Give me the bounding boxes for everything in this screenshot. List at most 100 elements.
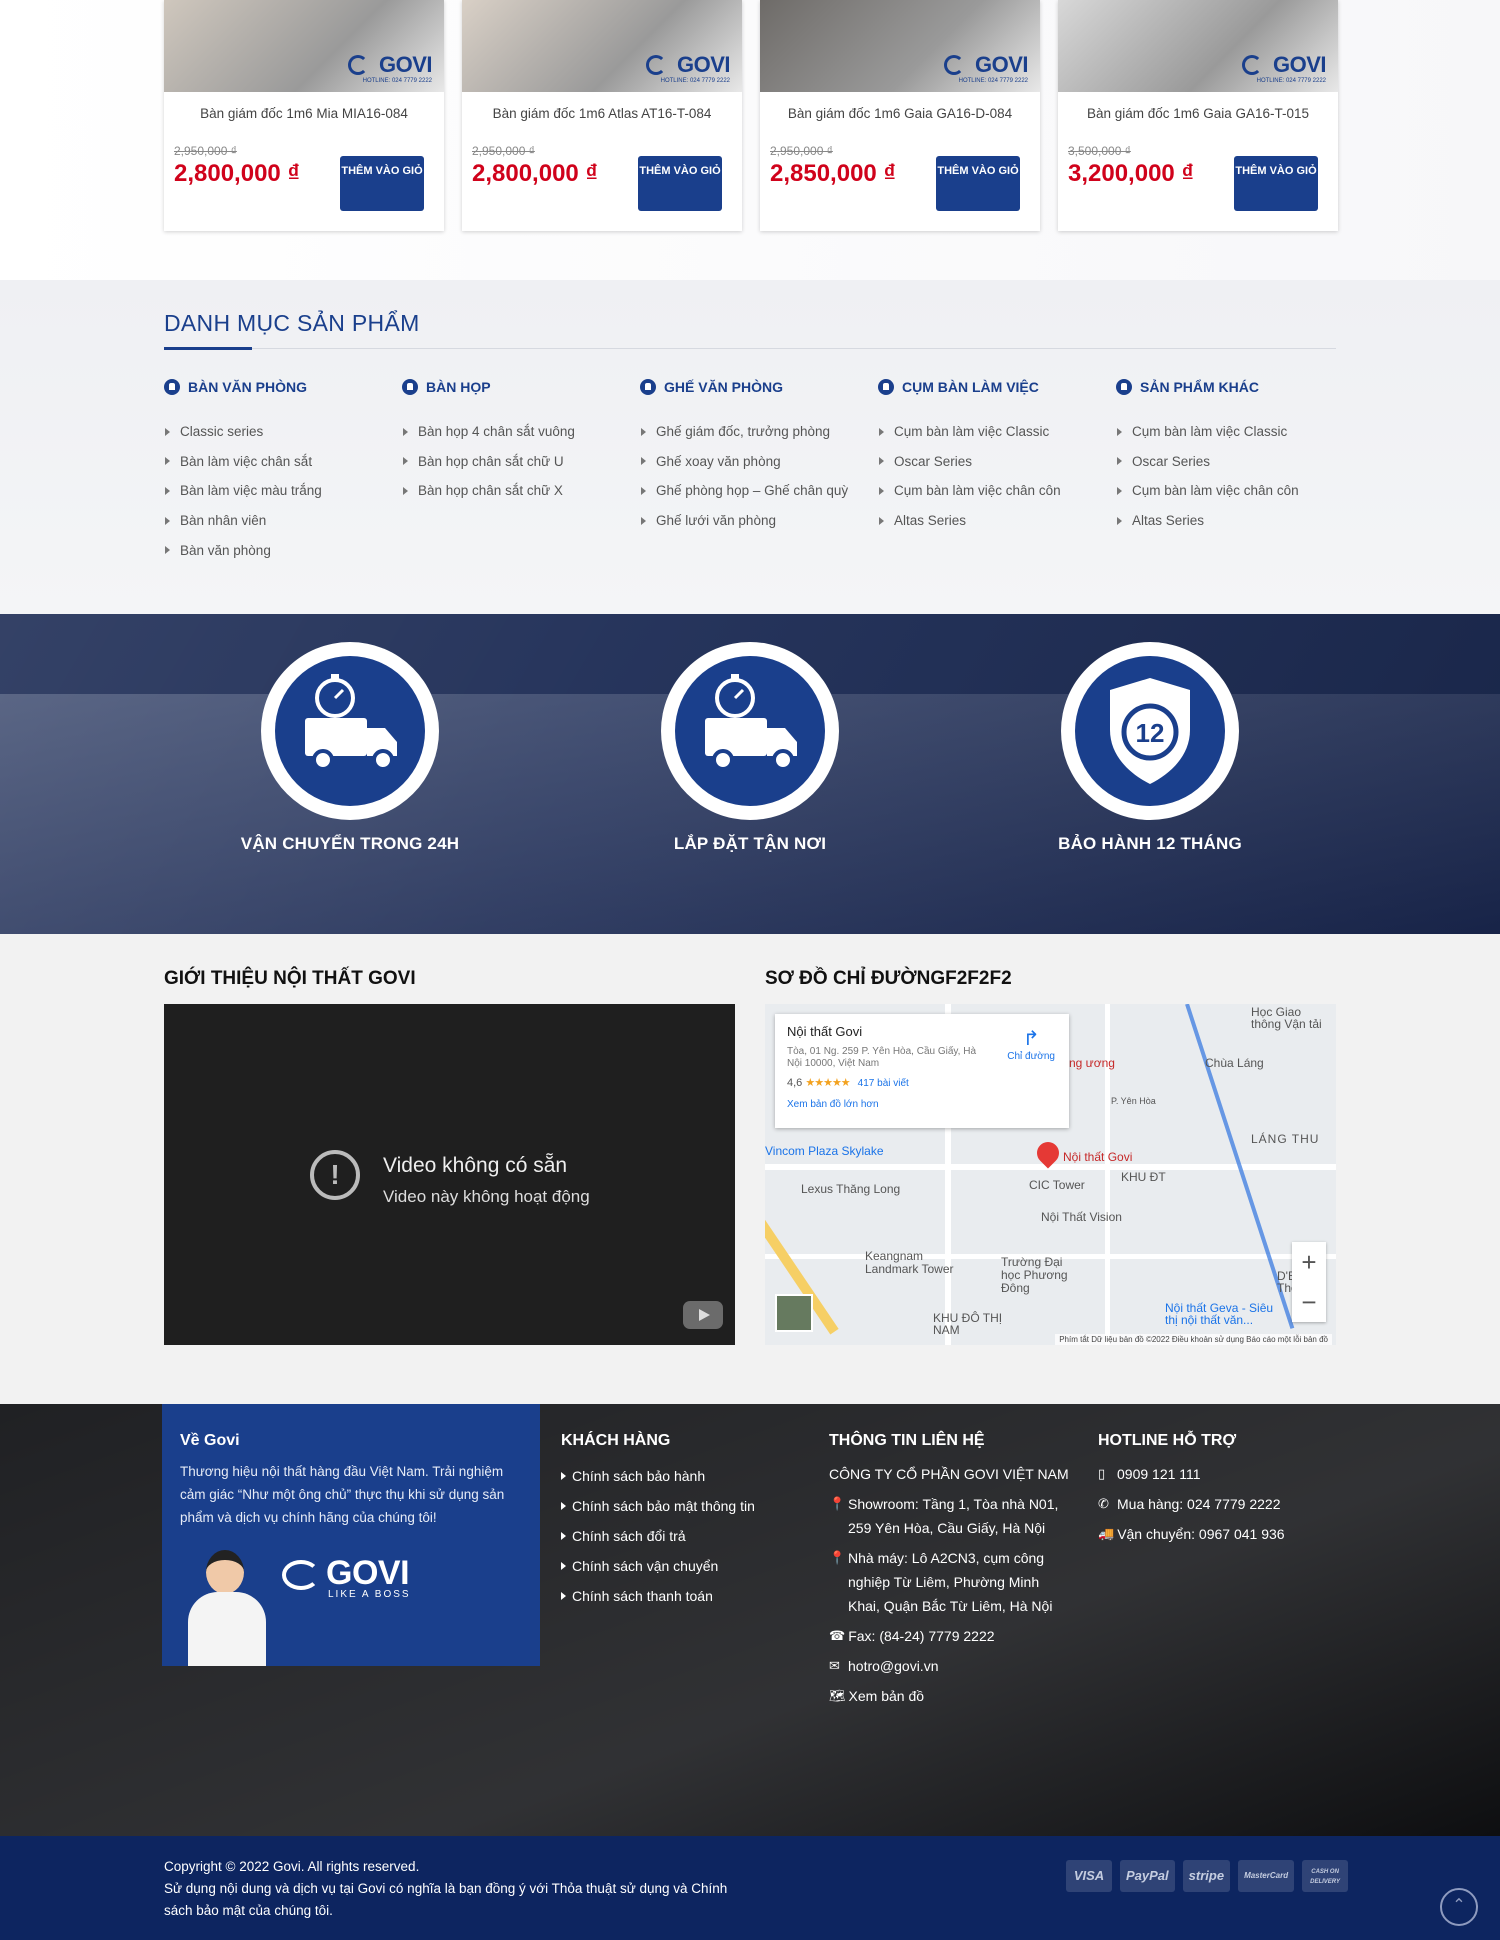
email-link[interactable]: ✉ hotro@govi.vn	[829, 1654, 1069, 1678]
map-info-card: Nội thất Govi Tòa, 01 Ng. 259 P. Yên Hòa…	[775, 1014, 1069, 1128]
product-image[interactable]: GOVI HOTLINE: 024 7779 2222	[164, 0, 444, 92]
view-map-link[interactable]: 🗺 Xem bản đồ	[829, 1684, 1069, 1708]
map-label: ng ương	[1069, 1056, 1115, 1070]
category-link[interactable]: Bàn họp chân sắt chữ X	[402, 476, 632, 506]
directions-button[interactable]: ↱ Chỉ đường	[1007, 1026, 1055, 1062]
category-link[interactable]: Bàn nhân viên	[164, 506, 394, 536]
feature-label: VẬN CHUYỂN TRONG 24H	[240, 834, 460, 853]
mobile-icon: ▯	[1098, 1466, 1106, 1481]
divider-accent	[164, 347, 252, 350]
map-label: KHU ĐT	[1121, 1170, 1166, 1184]
larger-map-link[interactable]: Xem bản đồ lớn hơn	[787, 1099, 1057, 1110]
category-link[interactable]: Cụm bàn làm việc chân côn	[1116, 476, 1346, 506]
map-reviews-link[interactable]: 417 bài viết	[858, 1078, 909, 1089]
google-map[interactable]: Vincom Plaza Skylake Lexus Thăng Long CI…	[765, 1004, 1336, 1345]
map-heading: SƠ ĐỒ CHỈ ĐƯỜNGF2F2F2	[765, 968, 1012, 989]
truck-icon: 🚚	[1098, 1526, 1115, 1541]
product-image[interactable]: GOVI HOTLINE: 024 7779 2222	[1058, 0, 1338, 92]
youtube-icon[interactable]	[683, 1301, 723, 1329]
category-link[interactable]: Altas Series	[1116, 506, 1346, 536]
policy-link[interactable]: Chính sách bảo mật thông tin	[561, 1494, 791, 1518]
hotline-buy[interactable]: ✆ Mua hàng: 024 7779 2222	[1098, 1492, 1328, 1516]
category-link[interactable]: Ghế xoay văn phòng	[640, 447, 870, 477]
category-icon	[640, 379, 656, 395]
video-player[interactable]: ! Video không có sẵn Video này không hoạ…	[164, 1004, 735, 1345]
product-card[interactable]: GOVI HOTLINE: 024 7779 2222 Bàn giám đốc …	[1058, 0, 1338, 231]
category-link[interactable]: Bàn họp 4 chân sắt vuông	[402, 417, 632, 447]
hotline-column: HOTLINE HỖ TRỢ ▯ 0909 121 111 ✆ Mua hàng: …	[1098, 1432, 1328, 1552]
map-label: Lexus Thăng Long	[801, 1182, 901, 1196]
footer: Về Govi Thương hiệu nội thất hàng đầu Vi…	[0, 1404, 1500, 1836]
category-link[interactable]: Classic series	[164, 417, 394, 447]
category-link[interactable]: Oscar Series	[878, 447, 1108, 477]
features-banner: VẬN CHUYỂN TRONG 24H LẮP ĐẶT TẬN NƠI 12 …	[0, 614, 1500, 934]
govi-logo: GOVI LIKE A BOSS	[282, 1554, 411, 1600]
category-link[interactable]: Ghế giám đốc, trưởng phòng	[640, 417, 870, 447]
category-title[interactable]: BÀN HỌP	[402, 377, 632, 397]
add-to-cart-button[interactable]: THÊM VÀO GIỎ	[936, 156, 1020, 211]
category-title[interactable]: CỤM BÀN LÀM VIỆC	[878, 377, 1108, 397]
category-title[interactable]: BÀN VĂN PHÒNG	[164, 377, 394, 397]
category-link[interactable]: Ghế lưới văn phòng	[640, 506, 870, 536]
policy-link[interactable]: Chính sách bảo hành	[561, 1464, 791, 1488]
add-to-cart-button[interactable]: THÊM VÀO GIỎ	[1234, 156, 1318, 211]
category-link[interactable]: Cụm bàn làm việc Classic	[1116, 417, 1346, 447]
map-attribution[interactable]: Phím tắt Dữ liệu bản đồ ©2022 Điều khoản…	[1055, 1334, 1332, 1345]
category-title[interactable]: SẢN PHẨM KHÁC	[1116, 377, 1346, 397]
feature-installation: LẮP ĐẶT TẬN NƠI	[600, 642, 900, 854]
hotline-mobile[interactable]: ▯ 0909 121 111	[1098, 1462, 1328, 1486]
product-title[interactable]: Bàn giám đốc 1m6 Gaia GA16-T-015	[1058, 106, 1338, 126]
map-zoom-control: + −	[1292, 1242, 1326, 1322]
category-link[interactable]: Cụm bàn làm việc chân côn	[878, 476, 1108, 506]
copyright-text: Copyright © 2022 Govi. All rights reserv…	[164, 1859, 728, 1918]
contact-column: THÔNG TIN LIÊN HỆ CÔNG TY CỔ PHẦN GOVI V…	[829, 1432, 1069, 1714]
hotline-title: HOTLINE HỖ TRỢ	[1098, 1432, 1237, 1449]
payment-icons: VISA PayPal stripe MasterCard CASH ON DE…	[1066, 1860, 1349, 1892]
policy-link[interactable]: Chính sách vận chuyển	[561, 1554, 791, 1578]
satellite-toggle[interactable]	[775, 1294, 813, 1332]
map-place-address: Tòa, 01 Ng. 259 P. Yên Hòa, Cầu Giấy, Hà…	[787, 1046, 977, 1069]
category-title[interactable]: GHẾ VĂN PHÒNG	[640, 377, 870, 397]
product-card[interactable]: GOVI HOTLINE: 024 7779 2222 Bàn giám đốc …	[462, 0, 742, 231]
product-image[interactable]: GOVI HOTLINE: 024 7779 2222	[462, 0, 742, 92]
policy-link[interactable]: Chính sách đổi trả	[561, 1524, 791, 1548]
divider	[164, 348, 1336, 349]
about-box: Về Govi Thương hiệu nội thất hàng đầu Vi…	[162, 1404, 540, 1666]
zoom-in-button[interactable]: +	[1292, 1242, 1326, 1282]
product-title[interactable]: Bàn giám đốc 1m6 Mia MIA16-084	[164, 106, 444, 126]
category-column: GHẾ VĂN PHÒNG Ghế giám đốc, trưởng phòng…	[640, 377, 870, 535]
zoom-out-button[interactable]: −	[1292, 1282, 1326, 1322]
add-to-cart-button[interactable]: THÊM VÀO GIỎ	[340, 156, 424, 211]
map-label: Vincom Plaza Skylake	[765, 1144, 884, 1158]
product-old-price: 2,950,000 ₫	[472, 144, 535, 158]
product-title[interactable]: Bàn giám đốc 1m6 Gaia GA16-D-084	[760, 106, 1040, 126]
category-column: SẢN PHẨM KHÁC Cụm bàn làm việc Classic O…	[1116, 377, 1346, 535]
hotline-ship[interactable]: 🚚 Vận chuyển: 0967 041 936	[1098, 1522, 1328, 1546]
policy-link[interactable]: Chính sách thanh toán	[561, 1584, 791, 1608]
product-image[interactable]: GOVI HOTLINE: 024 7779 2222	[760, 0, 1040, 92]
add-to-cart-button[interactable]: THÊM VÀO GIỎ	[638, 156, 722, 211]
category-link[interactable]: Altas Series	[878, 506, 1108, 536]
product-card[interactable]: GOVI HOTLINE: 024 7779 2222 Bàn giám đốc …	[164, 0, 444, 231]
visa-icon: VISA	[1066, 1860, 1112, 1892]
map-label: Học Giao thông Vận tải	[1251, 1005, 1322, 1031]
map-rating: 4,6 ★★★★★ 417 bài viết	[787, 1077, 909, 1089]
category-link[interactable]: Bàn làm việc chân sắt	[164, 447, 394, 477]
category-link[interactable]: Ghế phòng họp – Ghế chân quỳ	[640, 476, 870, 506]
contact-title: THÔNG TIN LIÊN HỆ	[829, 1432, 985, 1449]
category-link[interactable]: Bàn văn phòng	[164, 535, 394, 565]
category-link[interactable]: Cụm bàn làm việc Classic	[878, 417, 1108, 447]
category-icon	[878, 379, 894, 395]
category-link[interactable]: Bàn họp chân sắt chữ U	[402, 447, 632, 477]
category-link[interactable]: Bàn làm việc màu trắng	[164, 476, 394, 506]
about-text: Thương hiệu nội thất hàng đầu Việt Nam. …	[180, 1464, 505, 1525]
back-to-top-button[interactable]: ⌃	[1440, 1888, 1478, 1926]
product-title[interactable]: Bàn giám đốc 1m6 Atlas AT16-T-084	[462, 106, 742, 126]
customer-column: KHÁCH HÀNG Chính sách bảo hành Chính sác…	[561, 1432, 791, 1614]
product-row: GOVI HOTLINE: 024 7779 2222 Bàn giám đốc …	[0, 0, 1500, 280]
showroom-address: 📍 Showroom: Tầng 1, Tòa nhà N01, 259 Yên …	[829, 1492, 1069, 1540]
product-card[interactable]: GOVI HOTLINE: 024 7779 2222 Bàn giám đốc …	[760, 0, 1040, 231]
category-link[interactable]: Oscar Series	[1116, 447, 1346, 477]
govi-logo: GOVI HOTLINE: 024 7779 2222	[342, 52, 433, 86]
map-icon: 🗺	[829, 1688, 846, 1703]
